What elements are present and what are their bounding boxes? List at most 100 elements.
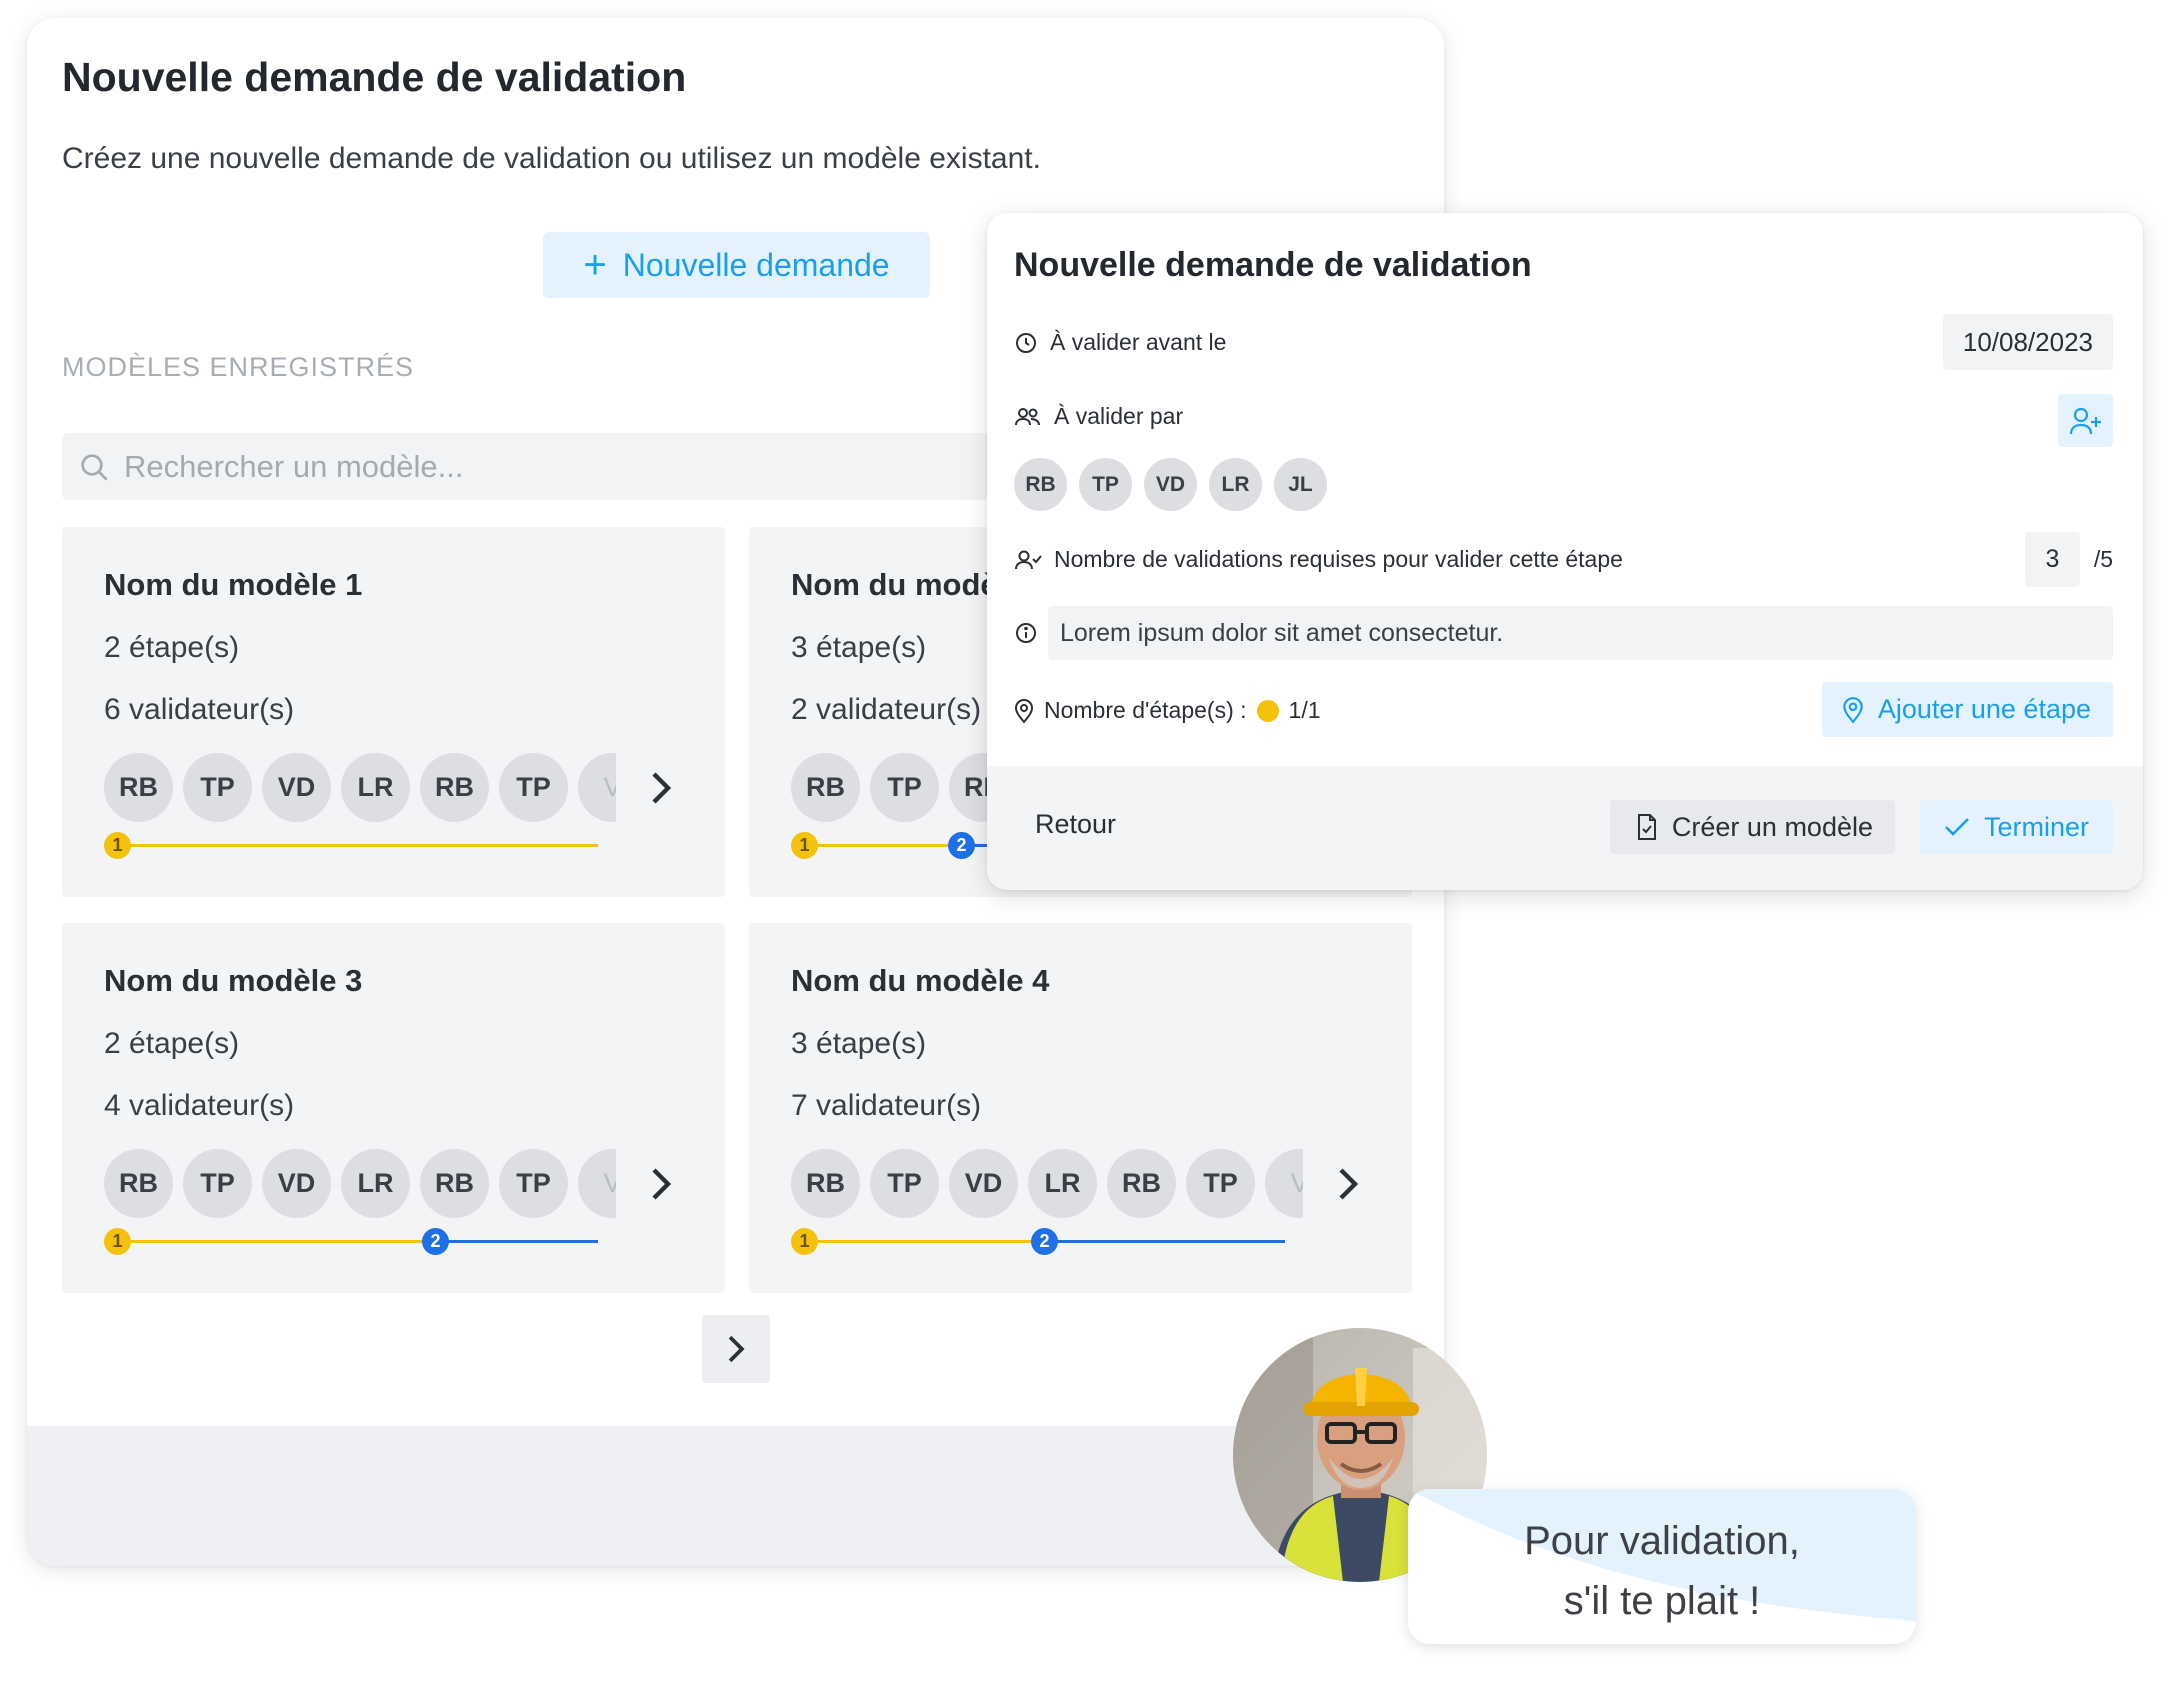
avatar[interactable]: LR: [1209, 458, 1262, 511]
model-card-steps: 3 étape(s): [791, 1027, 927, 1060]
speech-bubble: Pour validation, s'il te plait !: [1408, 1489, 1916, 1644]
model-card-validators: 7 validateur(s): [791, 1089, 982, 1122]
saved-models-heading: MODÈLES ENREGISTRÉS: [62, 352, 415, 382]
finish-label: Terminer: [1983, 811, 2089, 842]
finish-button[interactable]: Terminer: [1919, 800, 2113, 854]
avatar: RB: [420, 753, 489, 822]
new-request-button[interactable]: + Nouvelle demande: [543, 232, 930, 298]
chevron-right-icon[interactable]: [648, 1164, 674, 1204]
search-placeholder: Rechercher un modèle...: [124, 448, 464, 484]
steps-count-row: Nombre d'étape(s) : 1/1: [1014, 697, 1321, 724]
avatar[interactable]: JL: [1274, 458, 1327, 511]
validators-row: À valider par: [1014, 403, 1183, 430]
document-check-icon: [1637, 814, 1656, 840]
chevron-right-icon[interactable]: [648, 768, 674, 808]
avatar[interactable]: TP: [1079, 458, 1132, 511]
steps-count-label: Nombre d'étape(s) :: [1044, 697, 1247, 723]
step-timeline: 1 2: [791, 1227, 1311, 1257]
step-timeline: 1: [104, 831, 624, 861]
timeline-line: [805, 1240, 1031, 1243]
steps-count-value: 1/1: [1288, 697, 1321, 723]
next-page-button[interactable]: [702, 1315, 770, 1383]
avatar: V: [578, 753, 616, 822]
avatar: TP: [1186, 1149, 1255, 1218]
avatar: VD: [949, 1149, 1018, 1218]
timeline-line: [118, 1240, 422, 1243]
speech-line-2: s'il te plait !: [1563, 1579, 1761, 1623]
deadline-date-field[interactable]: 10/08/2023: [1942, 314, 2113, 370]
avatar: RB: [104, 753, 173, 822]
avatar: TP: [183, 1149, 252, 1218]
validator-avatars: RB TP VD LR RB TP V: [104, 1149, 616, 1219]
avatar[interactable]: VD: [1144, 458, 1197, 511]
step-color-dot: [1256, 699, 1279, 722]
avatar: LR: [341, 1149, 410, 1218]
timeline-line: [805, 844, 955, 847]
create-template-label: Créer un modèle: [1671, 811, 1873, 842]
avatar: V: [578, 1149, 616, 1218]
required-validations-label: Nombre de validations requises pour vali…: [1054, 546, 1623, 572]
user-check-icon: [1015, 550, 1042, 569]
avatar: RB: [104, 1149, 173, 1218]
user-plus-icon: [2069, 407, 2101, 434]
model-card-steps: 2 étape(s): [104, 1027, 240, 1060]
required-validations-row: Nombre de validations requises pour vali…: [1014, 546, 1623, 573]
add-step-button[interactable]: Ajouter une étape: [1821, 682, 2113, 737]
required-validations-input[interactable]: 3: [2025, 532, 2080, 587]
validator-avatars: RB TP VD LR RB TP V: [791, 1149, 1303, 1219]
page-title: Nouvelle demande de validation: [62, 54, 687, 100]
avatar: VD: [262, 1149, 331, 1218]
avatar: LR: [1028, 1149, 1097, 1218]
model-card-4[interactable]: Nom du modèle 4 3 étape(s) 7 validateur(…: [749, 923, 1412, 1293]
search-icon: [81, 453, 108, 481]
page-subtitle: Créez une nouvelle demande de validation…: [62, 142, 1041, 175]
deadline-label: À valider avant le: [1050, 329, 1227, 355]
back-button[interactable]: Retour: [1035, 809, 1116, 840]
avatar: TP: [870, 753, 939, 822]
avatar: TP: [499, 753, 568, 822]
avatar: RB: [791, 1149, 860, 1218]
model-card-validators: 4 validateur(s): [104, 1089, 295, 1122]
avatar: VD: [262, 753, 331, 822]
avatar[interactable]: RB: [1014, 458, 1067, 511]
avatar: TP: [870, 1149, 939, 1218]
panel-footer: [27, 1426, 1444, 1566]
chevron-right-icon: [728, 1335, 745, 1363]
avatar: TP: [183, 753, 252, 822]
info-icon: [1016, 623, 1036, 643]
speech-bubble-text: Pour validation, s'il te plait !: [1408, 1511, 1916, 1631]
step-marker: 2: [422, 1228, 449, 1255]
model-card-3[interactable]: Nom du modèle 3 2 étape(s) 4 validateur(…: [62, 923, 725, 1293]
avatar: RB: [791, 753, 860, 822]
timeline-line: [118, 844, 598, 847]
model-card-steps: 3 étape(s): [791, 631, 927, 664]
avatar: TP: [499, 1149, 568, 1218]
note-input[interactable]: Lorem ipsum dolor sit amet consectetur.: [1048, 606, 2113, 660]
speech-line-1: Pour validation,: [1524, 1519, 1800, 1563]
step-marker: 1: [791, 832, 818, 859]
validators-label: À valider par: [1054, 403, 1184, 429]
model-card-1[interactable]: Nom du modèle 1 2 étape(s) 6 validateur(…: [62, 527, 725, 897]
model-card-title: Nom du modèle 4: [791, 963, 1050, 998]
model-card-validators: 6 validateur(s): [104, 693, 295, 726]
step-marker: 2: [1031, 1228, 1058, 1255]
plus-icon: +: [583, 243, 607, 287]
users-icon: [1015, 407, 1040, 425]
step-timeline: 1 2: [104, 1227, 624, 1257]
location-pin-icon: [1843, 696, 1863, 724]
add-validator-button[interactable]: [2058, 394, 2113, 447]
chevron-right-icon[interactable]: [1335, 1164, 1361, 1204]
avatar: V: [1265, 1149, 1303, 1218]
selected-validators: RB TP VD LR JL: [1014, 458, 1327, 511]
step-marker: 2: [948, 832, 975, 859]
new-request-label: Nouvelle demande: [622, 246, 890, 283]
create-template-button[interactable]: Créer un modèle: [1609, 800, 1895, 854]
step-marker: 1: [104, 832, 131, 859]
note-row: [1014, 621, 1038, 645]
model-card-title: Nom du modèle 3: [104, 963, 363, 998]
avatar: LR: [341, 753, 410, 822]
avatar: RB: [1107, 1149, 1176, 1218]
model-card-steps: 2 étape(s): [104, 631, 240, 664]
clock-icon: [1016, 332, 1036, 353]
validation-request-modal: Nouvelle demande de validation À valider…: [987, 213, 2143, 890]
